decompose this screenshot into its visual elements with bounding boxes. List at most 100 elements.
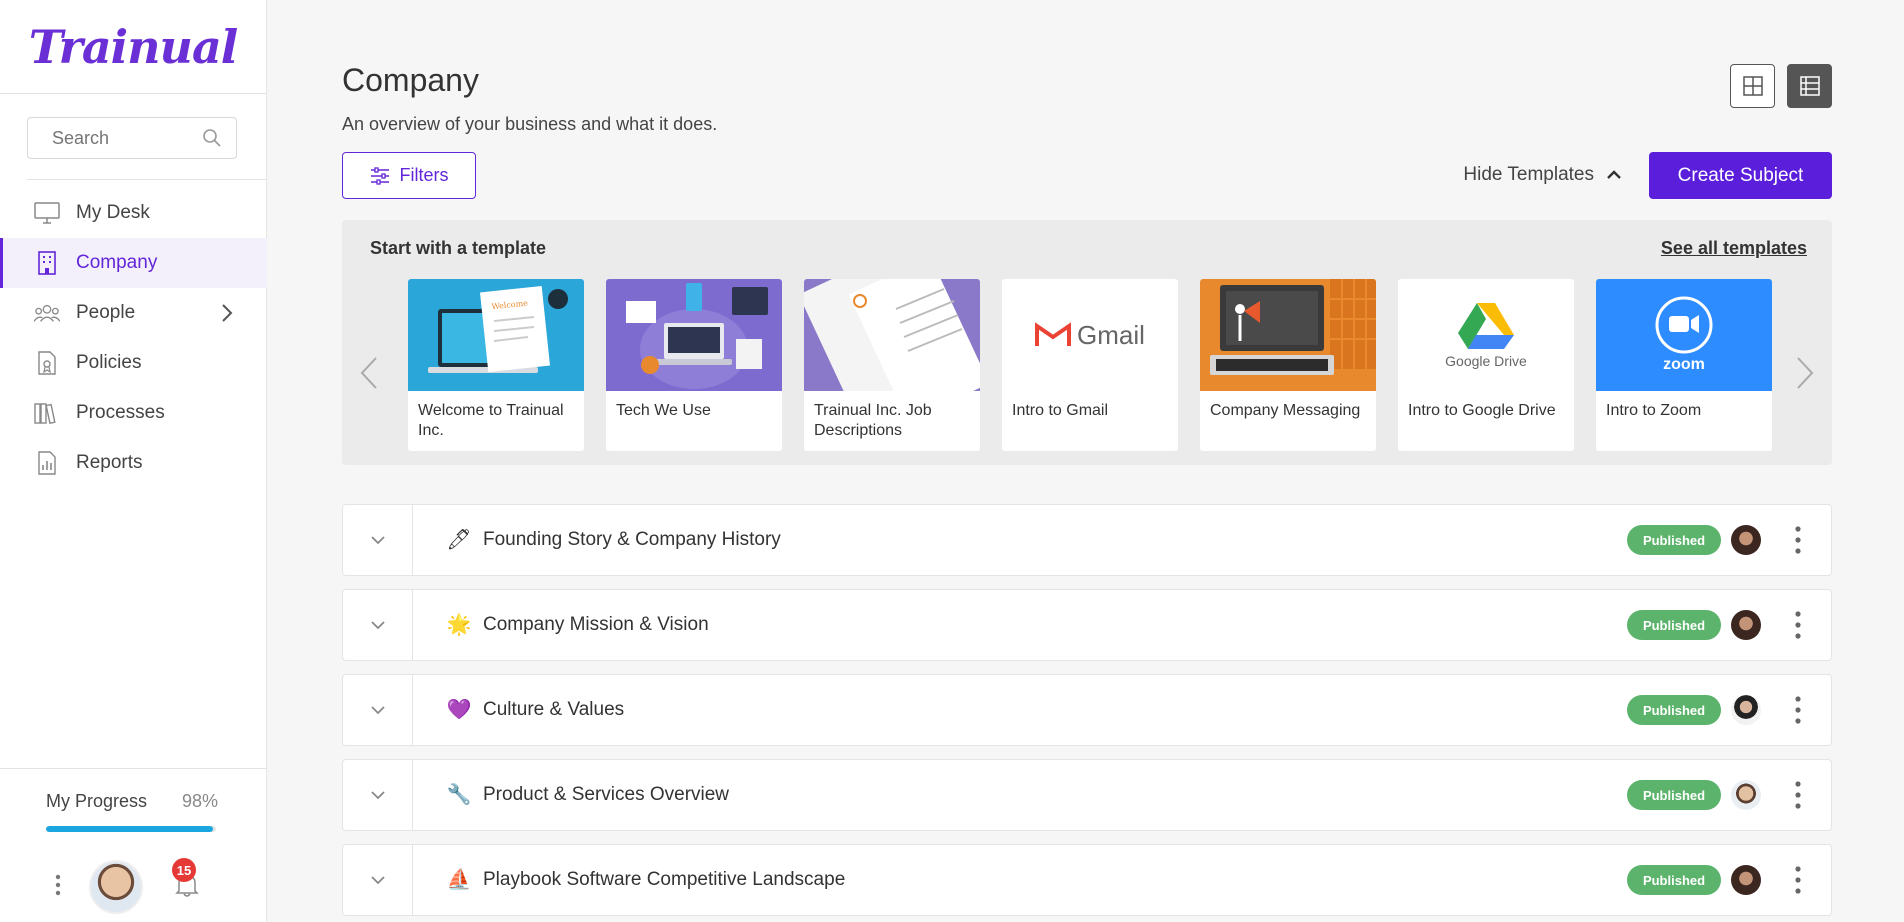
template-card-label: Intro to Google Drive: [1408, 402, 1556, 419]
subject-row[interactable]: 🔧 Product & Services Overview Published: [342, 759, 1832, 831]
template-card[interactable]: Welcome Welcome to Trainual Inc.: [408, 279, 584, 451]
expand-button[interactable]: [343, 760, 413, 830]
template-thumbnail: [1200, 279, 1376, 391]
sidebar-item-reports[interactable]: Reports: [0, 438, 267, 488]
template-card-label: Intro to Gmail: [1012, 402, 1109, 419]
sidebar-item-processes[interactable]: Processes: [0, 388, 267, 438]
template-card-label: Trainual Inc. Job Descriptions: [814, 402, 932, 439]
owner-avatar[interactable]: [1731, 525, 1761, 555]
progress-label-row: My Progress 98%: [46, 791, 218, 812]
owner-avatar[interactable]: [1731, 865, 1761, 895]
subject-name[interactable]: Founding Story & Company History: [483, 529, 781, 551]
more-vertical-icon[interactable]: [55, 874, 61, 896]
chevron-down-icon: [370, 536, 385, 545]
create-subject-button[interactable]: Create Subject: [1649, 152, 1832, 199]
expand-button[interactable]: [343, 505, 413, 575]
status-badge: Published: [1627, 695, 1721, 725]
owner-avatar[interactable]: [1731, 695, 1761, 725]
more-vertical-icon[interactable]: [1795, 610, 1801, 640]
subject-name[interactable]: Company Mission & Vision: [483, 614, 709, 636]
zoom-camera-icon: [1655, 296, 1713, 354]
subject-row[interactable]: ⛵ Playbook Software Competitive Landscap…: [342, 844, 1832, 916]
more-vertical-icon[interactable]: [1795, 695, 1801, 725]
template-panel: Start with a template See all templates …: [342, 220, 1832, 465]
grid-view-button[interactable]: [1730, 64, 1775, 108]
subject-name[interactable]: Playbook Software Competitive Landscape: [483, 869, 845, 891]
zoom-logo-text: zoom: [1663, 356, 1705, 373]
owner-avatar[interactable]: [1731, 780, 1761, 810]
subject-emoji-icon: ⛵: [446, 868, 472, 891]
template-card[interactable]: Trainual Inc. Job Descriptions: [804, 279, 980, 451]
template-card[interactable]: zoom Intro to Zoom: [1596, 279, 1772, 451]
subject-emoji-icon: 🖊: [446, 528, 472, 551]
template-card[interactable]: Gmail Intro to Gmail: [1002, 279, 1178, 451]
sidebar-item-label: Company: [76, 252, 158, 273]
template-thumbnail: zoom: [1596, 279, 1772, 391]
progress-bar: [46, 826, 216, 832]
status-badge: Published: [1627, 865, 1721, 895]
sidebar-nav: My Desk Company People Policies Processe…: [0, 188, 267, 488]
search-box[interactable]: [27, 117, 237, 159]
people-icon: [34, 300, 60, 326]
template-thumbnail: [606, 279, 782, 391]
gmail-logo-icon: [1035, 322, 1072, 346]
subject-emoji-icon: 💜: [446, 698, 472, 721]
books-icon: [34, 400, 60, 426]
expand-button[interactable]: [343, 845, 413, 915]
sidebar-item-label: Reports: [76, 452, 143, 473]
see-all-templates-link[interactable]: See all templates: [1661, 238, 1807, 259]
subject-row[interactable]: 🌟 Company Mission & Vision Published: [342, 589, 1832, 661]
google-drive-logo-text: Google Drive: [1445, 353, 1527, 369]
chevron-down-icon: [370, 876, 385, 885]
page-title: Company: [342, 62, 479, 98]
list-view-button[interactable]: [1787, 64, 1832, 108]
sidebar-item-policies[interactable]: Policies: [0, 338, 267, 388]
progress-percent: 98%: [181, 791, 218, 811]
template-card[interactable]: Tech We Use: [606, 279, 782, 451]
template-card[interactable]: Google Drive Intro to Google Drive: [1398, 279, 1574, 451]
chevron-right-icon[interactable]: [221, 303, 233, 323]
subject-name[interactable]: Culture & Values: [483, 699, 624, 721]
search-icon[interactable]: [202, 128, 222, 148]
search-input[interactable]: [52, 127, 192, 149]
subject-row[interactable]: 💜 Culture & Values Published: [342, 674, 1832, 746]
template-thumbnail: [804, 279, 980, 391]
user-row: 15: [0, 858, 267, 914]
logo[interactable]: Trainual: [29, 20, 239, 74]
user-avatar[interactable]: [89, 860, 143, 914]
chevron-down-icon: [370, 791, 385, 800]
status-badge: Published: [1627, 525, 1721, 555]
template-card[interactable]: Company Messaging: [1200, 279, 1376, 451]
building-icon: [34, 250, 60, 276]
logo-area: Trainual: [0, 0, 266, 94]
chevron-right-icon[interactable]: [1796, 356, 1814, 390]
sidebar-item-company[interactable]: Company: [0, 238, 267, 288]
hide-templates-toggle[interactable]: Hide Templates: [1463, 164, 1622, 186]
progress-bar-fill: [46, 826, 213, 832]
sliders-icon: [370, 166, 389, 185]
sidebar-item-label: Processes: [76, 402, 165, 423]
subject-row[interactable]: 🖊 Founding Story & Company History Publi…: [342, 504, 1832, 576]
template-thumbnail: Welcome: [408, 279, 584, 391]
my-progress[interactable]: My Progress 98%: [0, 768, 267, 832]
sidebar-item-people[interactable]: People: [0, 288, 267, 338]
hide-templates-label: Hide Templates: [1463, 164, 1594, 185]
expand-button[interactable]: [343, 590, 413, 660]
subject-name[interactable]: Product & Services Overview: [483, 784, 729, 806]
template-card-label: Intro to Zoom: [1606, 402, 1702, 419]
subject-emoji-icon: 🔧: [446, 783, 472, 806]
google-drive-logo-icon: [1458, 303, 1514, 349]
expand-button[interactable]: [343, 675, 413, 745]
more-vertical-icon[interactable]: [1795, 780, 1801, 810]
owner-avatar[interactable]: [1731, 610, 1761, 640]
filters-button[interactable]: Filters: [342, 152, 476, 199]
template-thumbnail: Gmail: [1002, 279, 1178, 391]
chevron-left-icon[interactable]: [360, 356, 378, 390]
sidebar: Trainual My Desk Company People Policies…: [0, 0, 267, 922]
more-vertical-icon[interactable]: [1795, 865, 1801, 895]
sidebar-item-my-desk[interactable]: My Desk: [0, 188, 267, 238]
more-vertical-icon[interactable]: [1795, 525, 1801, 555]
sidebar-item-label: Policies: [76, 352, 142, 373]
status-badge: Published: [1627, 780, 1721, 810]
template-carousel: Welcome Welcome to Trainual Inc. Tech We…: [408, 279, 1772, 451]
